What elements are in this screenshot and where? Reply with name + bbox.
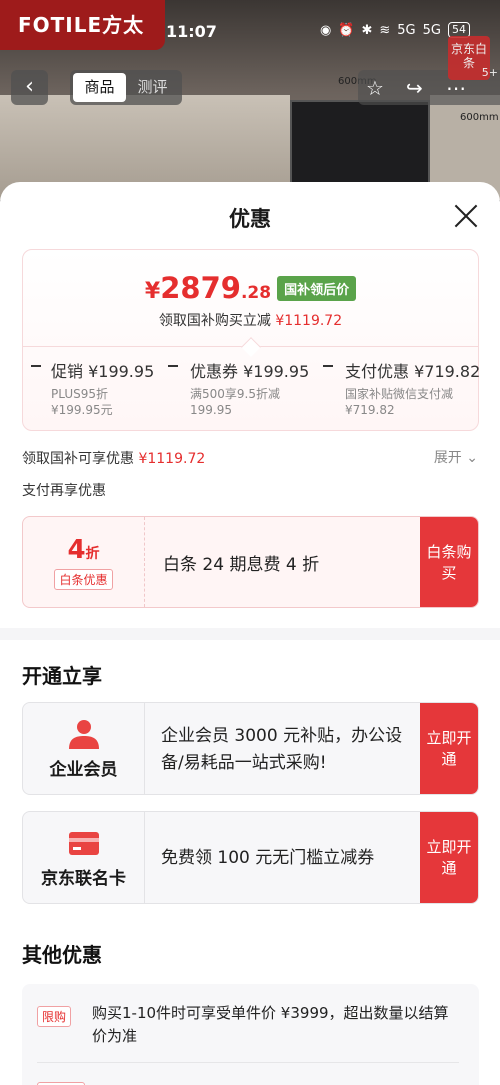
baitiao-pill: 白条优惠: [54, 569, 113, 590]
eye-icon: ◉: [319, 22, 332, 38]
baitiao-discount: 4折 白条优惠: [23, 517, 145, 607]
subsidy-label: 领取国补可享优惠: [22, 451, 134, 467]
term-title: 支付优惠 ¥719.82: [345, 362, 481, 381]
tab-product[interactable]: 商品: [73, 73, 126, 102]
expand-button[interactable]: 展开 ⌄: [434, 447, 478, 467]
term-desc: ¥199.95元: [51, 403, 113, 417]
term-title: 促销 ¥199.95: [51, 362, 155, 381]
term-desc: PLUS95折: [51, 387, 108, 401]
subsidy-row: 领取国补可享优惠 ¥1119.72: [22, 448, 205, 468]
bluetooth-icon: ✱: [361, 22, 373, 38]
alarm-icon: ⏰: [338, 22, 355, 38]
price-tag: 国补领后价: [277, 275, 357, 301]
card-name: 京东联名卡: [41, 869, 126, 889]
status-time: 11:07: [166, 22, 217, 41]
other-section-title: 其他优惠: [22, 943, 102, 967]
signal-icon: 5G: [422, 22, 441, 38]
term-desc: 199.95: [190, 403, 232, 417]
limit-text: 购买1-10件时可享受单件价 ¥3999，超出数量以结算价为准: [92, 1004, 449, 1045]
tab-review[interactable]: 测评: [126, 73, 179, 102]
pay-again-label: 支付再享优惠: [22, 483, 106, 499]
price-sub-amount: ¥1119.72: [275, 313, 343, 329]
limit-tag: 限购: [37, 1006, 72, 1027]
signal-icon: 5G: [397, 22, 416, 38]
term-desc: ¥719.82: [345, 403, 395, 417]
star-icon[interactable]: ☆: [366, 76, 384, 100]
price-int: 2879: [160, 271, 241, 305]
baitiao-card[interactable]: 4折 白条优惠 白条 24 期息费 4 折 白条购买: [22, 516, 479, 608]
currency: ¥: [144, 279, 161, 304]
price-terms: 促销 ¥199.95 PLUS95折 ¥199.95元 优惠券 ¥199.95 …: [23, 358, 481, 428]
notch: [240, 337, 261, 357]
member-desc: 企业会员 3000 元补贴，办公设备/易耗品一站式采购!: [161, 726, 403, 773]
section-gap: [0, 628, 500, 640]
expand-label: 展开: [433, 450, 462, 466]
subsidy-amount: ¥1119.72: [138, 451, 206, 467]
member-left: 京东联名卡: [23, 812, 145, 903]
dimension-label: 600mm: [460, 112, 499, 123]
open-section-title: 开通立享: [22, 664, 102, 688]
price-dec: .28: [240, 283, 272, 303]
jd-cobrand-card[interactable]: 京东联名卡 免费领 100 元无门槛立减券 立即开通: [22, 811, 479, 904]
enterprise-member-card[interactable]: 企业会员 企业会员 3000 元补贴，办公设备/易耗品一站式采购! 立即开通: [22, 702, 479, 795]
close-icon[interactable]: [454, 204, 478, 228]
card-desc: 免费领 100 元无门槛立减券: [161, 848, 375, 868]
term-payment: 支付优惠 ¥719.82 国家补贴微信支付减 ¥719.82: [323, 358, 481, 418]
price-sub-text: 领取国补购买立减: [158, 313, 271, 329]
term-desc: 国家补贴微信支付减: [345, 387, 454, 401]
baitiao-discount-value: 4: [67, 535, 86, 565]
baitiao-buy-button[interactable]: 白条购买: [420, 517, 478, 607]
status-icons: ◉ ⏰ ✱ ≋ 5G 5G 54: [320, 22, 470, 38]
chevron-down-icon: ⌄: [466, 450, 478, 466]
open-now-button[interactable]: 立即开通: [420, 812, 478, 903]
share-icon[interactable]: ↪: [406, 76, 423, 100]
divider: [37, 1062, 459, 1063]
discount-sheet: 优惠 ¥2879.28 国补领后价 领取国补购买立减 ¥1119.72 促销 ¥…: [0, 182, 500, 1085]
baitiao-discount-unit: 折: [85, 546, 100, 562]
open-now-button[interactable]: 立即开通: [420, 703, 478, 794]
price-card: ¥2879.28 国补领后价 领取国补购买立减 ¥1119.72 促销 ¥199…: [22, 249, 481, 431]
term-coupon: 优惠券 ¥199.95 满500享9.5折减 199.95: [168, 358, 310, 418]
price-subtitle: 领取国补购买立减 ¥1119.72: [23, 310, 478, 330]
term-desc: 满500享9.5折减: [190, 387, 280, 401]
baitiao-desc: 白条 24 期息费 4 折: [163, 555, 320, 575]
other-discount-card: 限购 购买1-10件时可享受单件价 ¥3999，超出数量以结算价为准: [22, 984, 479, 1085]
credit-card-icon: [68, 828, 100, 858]
member-left: 企业会员: [23, 703, 145, 794]
jd-badge-count: 5+: [481, 66, 498, 79]
sheet-title: 优惠: [229, 207, 271, 231]
person-icon: [68, 719, 100, 749]
tab-switcher: 商品 测评: [70, 70, 182, 105]
term-promo: 促销 ¥199.95 PLUS95折 ¥199.95元: [31, 358, 155, 418]
wifi-icon: ≋: [379, 22, 391, 38]
brand-logo: FOTILE方太: [0, 0, 165, 50]
final-price: ¥2879.28: [145, 271, 271, 305]
term-title: 优惠券 ¥199.95: [190, 362, 310, 381]
member-name: 企业会员: [49, 760, 118, 780]
jd-baitiao-badge[interactable]: 京东白条 5+: [448, 36, 498, 80]
back-button[interactable]: ‹: [11, 70, 48, 105]
